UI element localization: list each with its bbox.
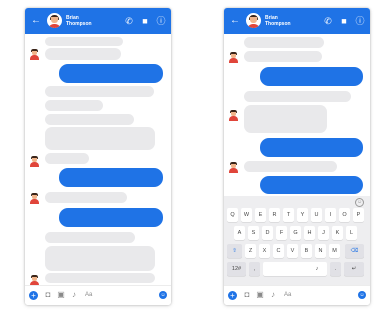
numbers-key[interactable]: 12#: [227, 262, 246, 276]
key-i[interactable]: I: [325, 208, 336, 222]
message-input[interactable]: Aa: [85, 291, 92, 299]
compose-bar: + ◘ ▣ ♪ Aa ☺: [25, 285, 171, 305]
info-icon[interactable]: ⓘ: [155, 15, 167, 27]
key-c[interactable]: C: [273, 244, 284, 258]
outgoing-message[interactable]: [59, 168, 163, 187]
video-call-icon[interactable]: ■: [139, 15, 151, 27]
microphone-icon[interactable]: ♪: [69, 290, 79, 300]
on-screen-keyboard: ☺ Q W E R T Y U I O P A S D F G H J K L …: [224, 196, 370, 285]
key-f[interactable]: F: [276, 226, 287, 240]
camera-icon[interactable]: ◘: [43, 290, 53, 300]
chat-header: ← Brian Thompson ✆ ■ ⓘ: [25, 8, 171, 34]
key-a[interactable]: A: [234, 226, 245, 240]
contact-avatar[interactable]: [47, 13, 62, 28]
key-z[interactable]: Z: [245, 244, 256, 258]
sender-avatar: [229, 162, 238, 173]
key-j[interactable]: J: [318, 226, 329, 240]
key-e[interactable]: E: [255, 208, 266, 222]
key-l[interactable]: L: [346, 226, 357, 240]
incoming-message[interactable]: [45, 48, 121, 60]
outgoing-message[interactable]: [260, 67, 363, 86]
incoming-message[interactable]: [45, 37, 123, 46]
sender-avatar: [229, 110, 238, 121]
phone-left: ← Brian Thompson ✆ ■ ⓘ + ◘ ▣ ♪ Aa ☺: [25, 8, 171, 305]
contact-name[interactable]: Brian Thompson: [265, 15, 291, 27]
period-key[interactable]: .: [330, 262, 341, 276]
key-r[interactable]: R: [269, 208, 280, 222]
key-k[interactable]: K: [332, 226, 343, 240]
backspace-key[interactable]: ⌫: [345, 244, 364, 258]
comma-key[interactable]: ,: [249, 262, 260, 276]
phone-right: ← Brian Thompson ✆ ■ ⓘ ☺ Q W E R T Y U I…: [224, 8, 370, 305]
key-d[interactable]: D: [262, 226, 273, 240]
phone-call-icon[interactable]: ✆: [123, 15, 135, 27]
key-s[interactable]: S: [248, 226, 259, 240]
sender-avatar: [30, 49, 39, 60]
camera-icon[interactable]: ◘: [242, 290, 252, 300]
key-v[interactable]: V: [287, 244, 298, 258]
incoming-message[interactable]: [45, 86, 154, 97]
message-input[interactable]: Aa: [284, 291, 291, 299]
phone-call-icon[interactable]: ✆: [322, 15, 334, 27]
keyboard-microphone-key[interactable]: ♪: [310, 262, 324, 276]
sender-avatar: [30, 156, 39, 167]
keyboard-emoji-icon[interactable]: ☺: [355, 198, 364, 207]
incoming-message[interactable]: [45, 273, 155, 283]
emoji-icon[interactable]: ☺: [358, 291, 366, 299]
compose-bar: + ◘ ▣ ♪ Aa ☺: [224, 285, 370, 305]
key-w[interactable]: W: [241, 208, 252, 222]
key-b[interactable]: B: [301, 244, 312, 258]
emoji-icon[interactable]: ☺: [159, 291, 167, 299]
outgoing-message[interactable]: [59, 208, 163, 227]
contact-name[interactable]: Brian Thompson: [66, 15, 92, 27]
shift-key[interactable]: ⇧: [227, 244, 242, 258]
key-o[interactable]: O: [339, 208, 350, 222]
key-n[interactable]: N: [315, 244, 326, 258]
incoming-message[interactable]: [244, 161, 337, 172]
back-arrow-icon[interactable]: ←: [31, 14, 41, 28]
outgoing-message[interactable]: [59, 64, 163, 83]
key-h[interactable]: H: [304, 226, 315, 240]
key-u[interactable]: U: [311, 208, 322, 222]
incoming-message[interactable]: [45, 100, 103, 111]
gallery-icon[interactable]: ▣: [255, 290, 265, 300]
sender-avatar: [30, 193, 39, 204]
contact-last-name: Thompson: [66, 21, 92, 27]
key-q[interactable]: Q: [227, 208, 238, 222]
contact-last-name: Thompson: [265, 21, 291, 27]
key-x[interactable]: X: [259, 244, 270, 258]
chat-header: ← Brian Thompson ✆ ■ ⓘ: [224, 8, 370, 34]
incoming-message[interactable]: [45, 232, 135, 243]
gallery-icon[interactable]: ▣: [56, 290, 66, 300]
back-arrow-icon[interactable]: ←: [230, 14, 240, 28]
incoming-message[interactable]: [45, 246, 155, 271]
sender-avatar: [229, 52, 238, 63]
video-call-icon[interactable]: ■: [338, 15, 350, 27]
contact-avatar[interactable]: [246, 13, 261, 28]
key-p[interactable]: P: [353, 208, 364, 222]
key-y[interactable]: Y: [297, 208, 308, 222]
outgoing-message[interactable]: [260, 176, 363, 194]
incoming-message[interactable]: [45, 114, 134, 125]
incoming-message[interactable]: [244, 91, 351, 102]
plus-icon[interactable]: +: [29, 291, 38, 300]
key-t[interactable]: T: [283, 208, 294, 222]
outgoing-message[interactable]: [260, 138, 363, 157]
info-icon[interactable]: ⓘ: [354, 15, 366, 27]
incoming-message[interactable]: [45, 192, 127, 203]
microphone-icon[interactable]: ♪: [268, 290, 278, 300]
incoming-message[interactable]: [45, 153, 89, 164]
incoming-message[interactable]: [45, 127, 155, 150]
enter-key[interactable]: ↵: [344, 262, 364, 276]
plus-icon[interactable]: +: [228, 291, 237, 300]
incoming-message[interactable]: [244, 105, 327, 133]
incoming-message[interactable]: [244, 51, 322, 62]
key-m[interactable]: M: [329, 244, 340, 258]
key-g[interactable]: G: [290, 226, 301, 240]
incoming-message[interactable]: [244, 37, 324, 48]
